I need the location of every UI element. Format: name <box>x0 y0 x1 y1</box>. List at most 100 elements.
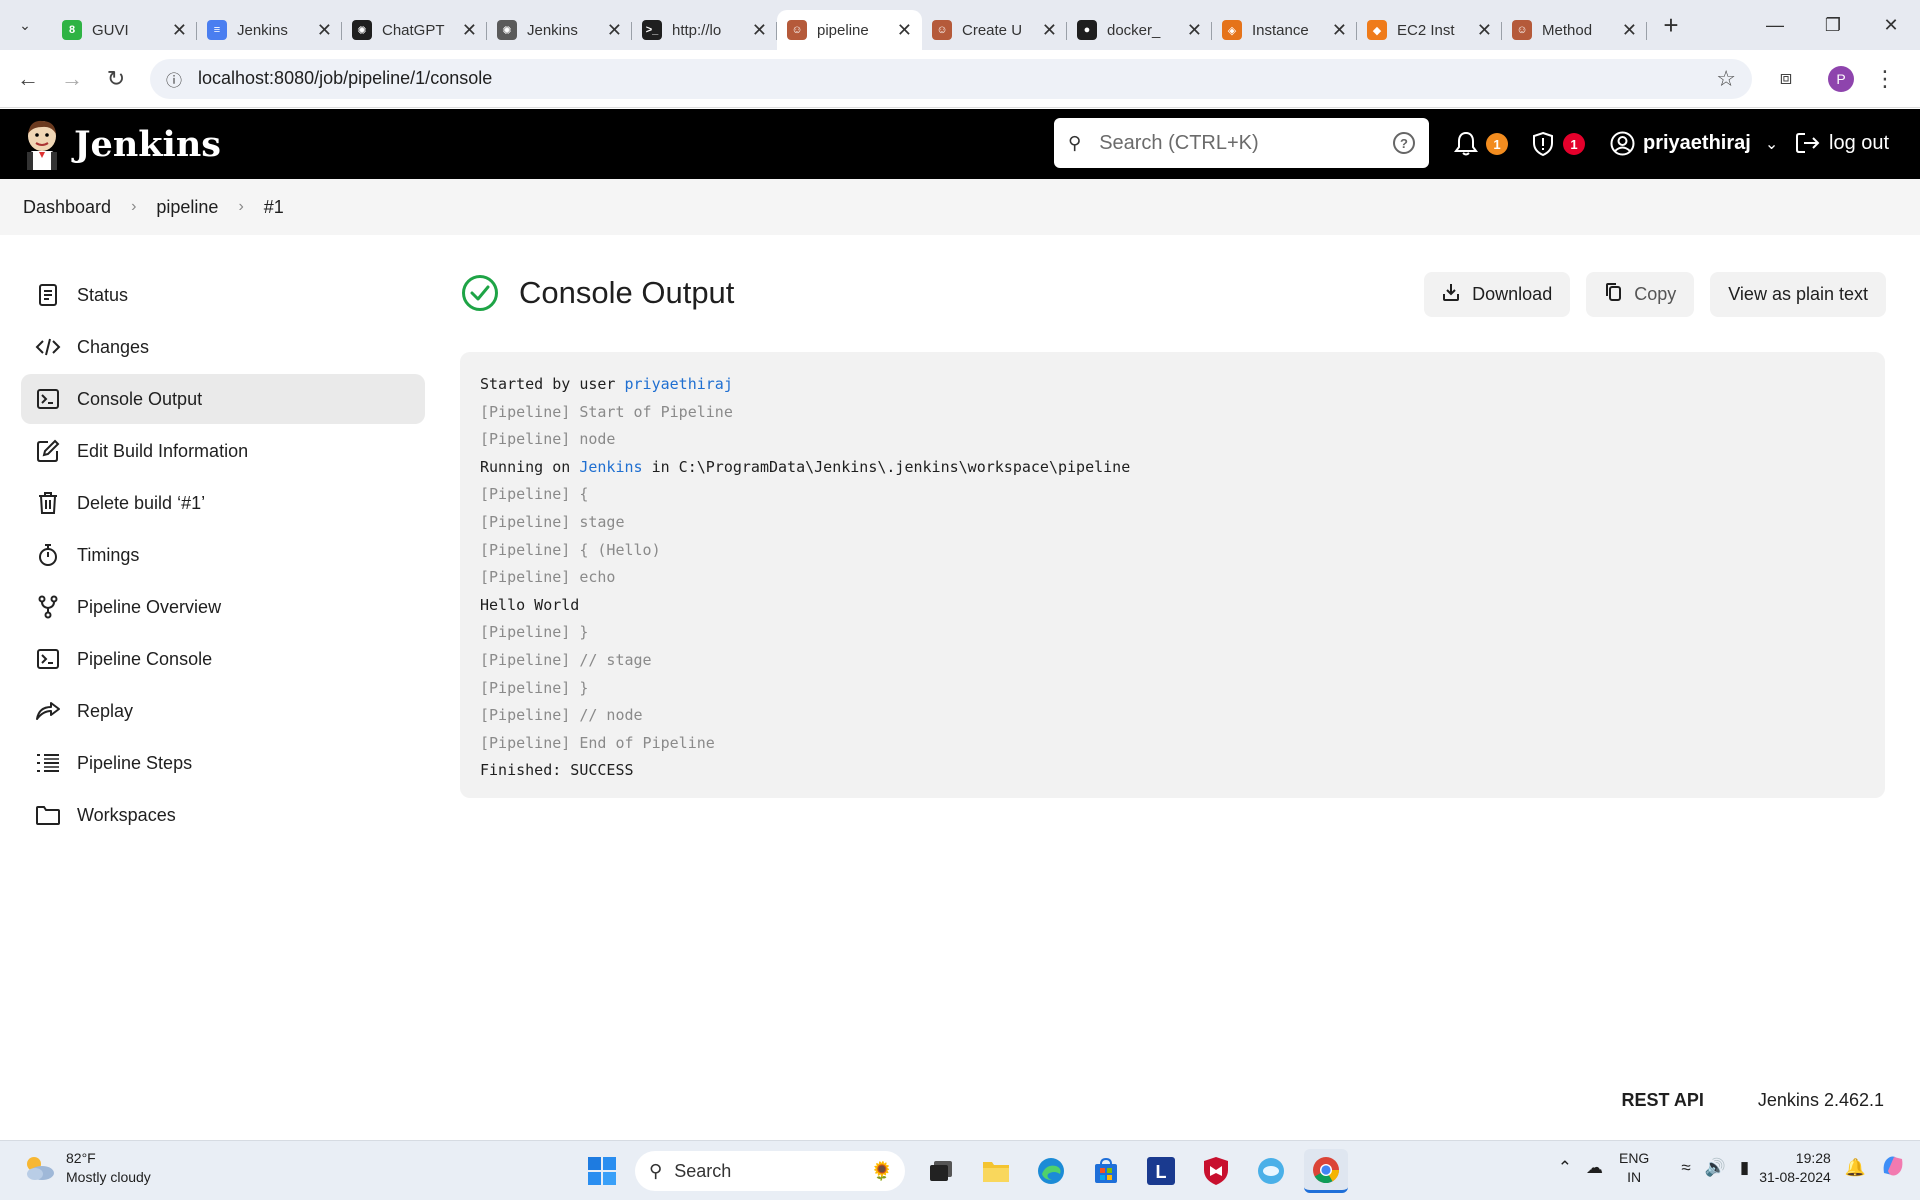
browser-tab[interactable]: 8 GUVI ✕ <box>52 10 197 50</box>
sidebar-item-timings[interactable]: Timings <box>21 530 425 580</box>
tab-close-icon[interactable]: ✕ <box>1042 20 1057 41</box>
tab-close-icon[interactable]: ✕ <box>897 20 912 41</box>
tab-close-icon[interactable]: ✕ <box>607 20 622 41</box>
chrome-icon[interactable] <box>1304 1149 1348 1193</box>
console-link[interactable]: Jenkins <box>579 458 642 476</box>
notification-bell-icon[interactable]: 🔔 <box>1845 1158 1866 1178</box>
tab-close-icon[interactable]: ✕ <box>172 20 187 41</box>
tab-favicon-icon: ≡ <box>207 20 227 40</box>
console-line: [Pipeline] stage <box>480 509 1865 537</box>
jenkins-home-link[interactable]: Jenkins <box>22 118 221 170</box>
tab-search-chevron-icon[interactable]: ⌄ <box>8 8 42 42</box>
volume-icon[interactable]: 🔊 <box>1705 1158 1726 1178</box>
microsoft-store-icon[interactable] <box>1084 1149 1128 1193</box>
address-bar[interactable]: ⓘ localhost:8080/job/pipeline/1/console … <box>150 58 1752 99</box>
trash-icon <box>35 490 61 516</box>
task-view-icon[interactable] <box>919 1149 963 1193</box>
tab-close-icon[interactable]: ✕ <box>1622 20 1637 41</box>
new-tab-button[interactable]: + <box>1653 7 1689 43</box>
tab-close-icon[interactable]: ✕ <box>1332 20 1347 41</box>
browser-tab[interactable]: ◈ Instance ✕ <box>1212 10 1357 50</box>
sidebar-item-pipeline-overview[interactable]: Pipeline Overview <box>21 582 425 632</box>
taskbar-search[interactable]: ⚲ Search 🌻 <box>635 1151 905 1191</box>
sidebar-item-pipeline-console[interactable]: Pipeline Console <box>21 634 425 684</box>
tab-close-icon[interactable]: ✕ <box>752 20 767 41</box>
search-box[interactable]: ⚲ ? <box>1054 118 1429 168</box>
site-info-icon[interactable]: ⓘ <box>166 67 182 91</box>
view-plain-text-label: View as plain text <box>1728 284 1868 304</box>
browser-tab[interactable]: ◆ EC2 Inst ✕ <box>1357 10 1502 50</box>
sidebar-item-status[interactable]: Status <box>21 270 425 320</box>
close-window-button[interactable]: ✕ <box>1862 0 1920 50</box>
jenkins-logo-icon <box>27 120 57 170</box>
copilot-icon[interactable] <box>1880 1153 1906 1184</box>
file-explorer-icon[interactable] <box>974 1149 1018 1193</box>
tab-close-icon[interactable]: ✕ <box>462 20 477 41</box>
browser-tab[interactable]: ✺ ChatGPT ✕ <box>342 10 487 50</box>
weather-widget[interactable]: 82°F Mostly cloudy <box>22 1149 151 1187</box>
sidebar-item-edit-build-information[interactable]: Edit Build Information <box>21 426 425 476</box>
browser-tab[interactable]: ✺ Jenkins ✕ <box>487 10 632 50</box>
window-controls: — ❐ ✕ <box>1746 0 1920 50</box>
restore-button[interactable]: ❐ <box>1804 0 1862 50</box>
help-icon[interactable]: ? <box>1393 132 1415 154</box>
forward-arrow-icon[interactable]: → <box>52 59 92 99</box>
tab-favicon-icon: ✺ <box>497 20 517 40</box>
browser-tab[interactable]: ≡ Jenkins ✕ <box>197 10 342 50</box>
sidebar-item-pipeline-steps[interactable]: Pipeline Steps <box>21 738 425 788</box>
windows-start-icon[interactable] <box>580 1149 624 1193</box>
tab-close-icon[interactable]: ✕ <box>1477 20 1492 41</box>
sidebar-item-workspaces[interactable]: Workspaces <box>21 790 425 840</box>
browser-tab[interactable]: ☺ Create U ✕ <box>922 10 1067 50</box>
console-link[interactable]: priyaethiraj <box>625 375 733 393</box>
security-button[interactable]: 1 <box>1531 131 1585 157</box>
clock[interactable]: 19:28 31-08-2024 <box>1759 1149 1831 1187</box>
tab-close-icon[interactable]: ✕ <box>1187 20 1202 41</box>
rest-api-link[interactable]: REST API <box>1622 1090 1704 1111</box>
circle-app-icon[interactable] <box>1249 1149 1293 1193</box>
back-arrow-icon[interactable]: ← <box>8 59 48 99</box>
sidebar-item-label: Changes <box>77 336 150 357</box>
sidebar-item-replay[interactable]: Replay <box>21 686 425 736</box>
tab-title: docker_ <box>1107 21 1161 39</box>
bookmark-star-icon[interactable]: ☆ <box>1716 66 1736 92</box>
logout-button[interactable]: log out <box>1795 131 1889 155</box>
l-app-icon[interactable]: L <box>1139 1149 1183 1193</box>
jenkins-version-button[interactable]: Jenkins 2.462.1 <box>1758 1090 1884 1111</box>
edge-browser-icon[interactable] <box>1029 1149 1073 1193</box>
breadcrumb-dashboard[interactable]: Dashboard <box>23 197 111 218</box>
browser-tab[interactable]: ● docker_ ✕ <box>1067 10 1212 50</box>
breadcrumb-pipeline[interactable]: pipeline <box>156 197 218 218</box>
reload-icon[interactable]: ↻ <box>96 59 136 99</box>
profile-avatar[interactable]: P <box>1828 65 1854 92</box>
breadcrumb-build[interactable]: #1 <box>264 197 284 218</box>
battery-icon[interactable]: ▮ <box>1740 1158 1749 1178</box>
tab-close-icon[interactable]: ✕ <box>317 20 332 41</box>
search-input[interactable] <box>1099 131 1380 155</box>
copy-button[interactable]: Copy <box>1586 272 1695 317</box>
download-button[interactable]: Download <box>1424 272 1571 317</box>
jenkins-header: Jenkins ⚲ ? 1 1 priyaethiraj ⌄ log out <box>0 109 1920 179</box>
browser-tab[interactable]: >_ http://lo ✕ <box>632 10 777 50</box>
sidebar-item-delete-build-1[interactable]: Delete build ‘#1’ <box>21 478 425 528</box>
language-indicator[interactable]: ENG IN <box>1619 1149 1649 1187</box>
chevron-up-icon[interactable]: ⌃ <box>1558 1158 1572 1178</box>
sidebar-item-console-output[interactable]: Console Output <box>21 374 425 424</box>
minimize-button[interactable]: — <box>1746 0 1804 50</box>
mcafee-shield-icon[interactable] <box>1194 1149 1238 1193</box>
browser-tab[interactable]: ☺ pipeline ✕ <box>777 10 922 50</box>
console-text: [Pipeline] // stage <box>480 650 652 669</box>
browser-tab[interactable]: ☺ Method ✕ <box>1502 10 1647 50</box>
console-text: [Pipeline] Start of Pipeline <box>480 402 733 421</box>
onedrive-cloud-icon[interactable]: ☁ <box>1586 1158 1603 1178</box>
user-menu[interactable]: priyaethiraj ⌄ <box>1610 131 1778 156</box>
wifi-icon[interactable]: ≈ <box>1681 1158 1690 1178</box>
extensions-puzzle-icon[interactable]: ⧈ <box>1766 59 1806 99</box>
page-title: Console Output <box>519 275 735 310</box>
browser-menu-icon[interactable]: ⋮ <box>1874 66 1896 92</box>
notifications-button[interactable]: 1 <box>1454 131 1508 157</box>
url-text[interactable]: localhost:8080/job/pipeline/1/console <box>198 68 492 89</box>
view-plain-text-button[interactable]: View as plain text <box>1710 272 1886 317</box>
sidebar-item-changes[interactable]: Changes <box>21 322 425 372</box>
console-line: [Pipeline] echo <box>480 564 1865 592</box>
